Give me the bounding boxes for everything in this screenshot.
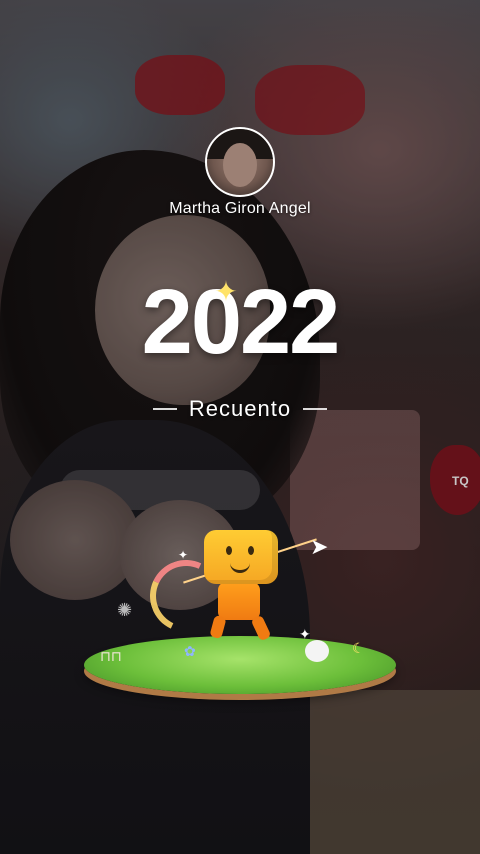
divider-line-right [303, 408, 328, 410]
mascot-eye [248, 546, 254, 555]
fence-icon: ⊓⊓ [100, 648, 122, 664]
recap-year: 2022 [141, 271, 341, 373]
sparkle-icon: ✦ [214, 276, 238, 307]
divider-line-left [152, 408, 177, 410]
moon-icon: ☾ [352, 640, 365, 656]
paper-plane-icon: ➤ [310, 534, 329, 559]
twinkle-icon: ✺ [117, 600, 133, 620]
duck-icon [305, 640, 329, 662]
mascot-body [218, 582, 260, 620]
star-icon: ✦ [178, 548, 189, 562]
mascot-head [204, 530, 278, 584]
profile-avatar[interactable] [205, 127, 275, 197]
recap-subtitle: Recuento [188, 396, 292, 421]
mascot-smile [230, 560, 250, 573]
flower-icon: ✿ [184, 643, 196, 659]
recap-subtitle-row: Recuento [0, 396, 480, 422]
grass-island [84, 636, 396, 694]
mascot-eye [226, 546, 232, 555]
avatar-face [223, 143, 257, 187]
profile-name: Martha Giron Angel [169, 200, 311, 217]
star-icon: ✦ [299, 626, 311, 642]
